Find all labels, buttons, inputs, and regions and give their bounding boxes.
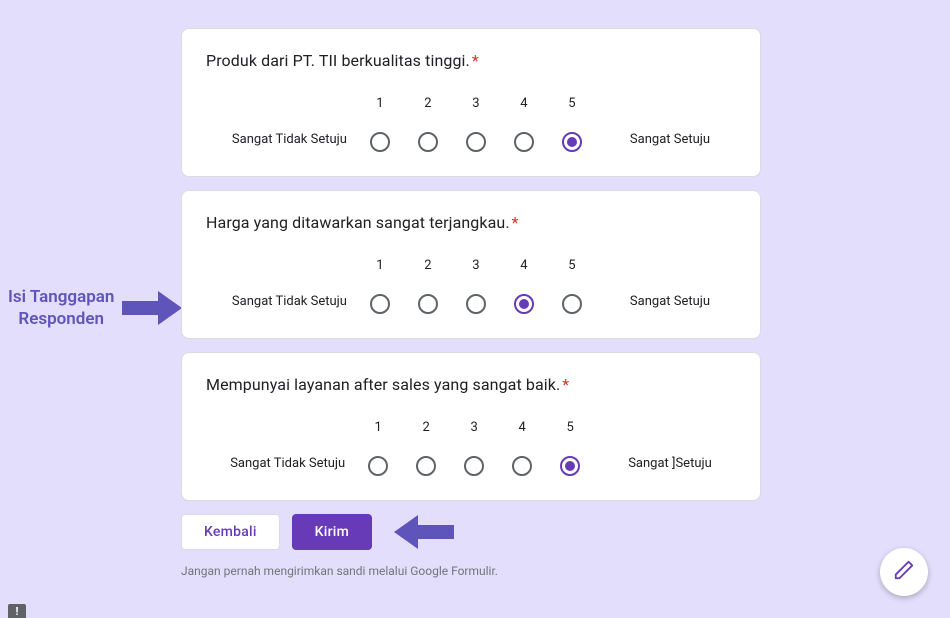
radio-option-3[interactable] (464, 456, 484, 476)
scale-right-label: Sangat Setuju (600, 292, 710, 314)
annotation-text: Isi Tanggapan Responden (8, 286, 114, 330)
question-card: Harga yang ditawarkan sangat terjangkau.… (181, 190, 761, 339)
radio-option-2[interactable] (418, 132, 438, 152)
radio-option-5[interactable] (562, 294, 582, 314)
radio-option-5[interactable] (560, 456, 580, 476)
radio-option-3[interactable] (466, 294, 486, 314)
scale-left-label: Sangat Tidak Setuju (232, 130, 352, 152)
required-star-icon: * (562, 375, 569, 394)
exclamation-icon: ! (16, 605, 19, 618)
back-button[interactable]: Kembali (181, 514, 280, 550)
radio-option-1[interactable] (370, 132, 390, 152)
arrow-left-icon (394, 515, 454, 549)
question-title: Produk dari PT. TII berkualitas tinggi.* (206, 51, 736, 70)
scale-right-label: Sangat ]Setuju (598, 454, 712, 476)
edit-fab[interactable] (880, 548, 928, 596)
likert-scale: Sangat Tidak Setuju 1 2 3 4 5 Sangat ]Se… (206, 420, 736, 476)
radio-option-4[interactable] (512, 456, 532, 476)
arrow-right-icon (122, 297, 182, 319)
submit-button[interactable]: Kirim (292, 514, 372, 550)
scale-options: 1 2 3 4 5 (370, 96, 582, 152)
question-card: Mempunyai layanan after sales yang sanga… (181, 352, 761, 501)
likert-scale: Sangat Tidak Setuju 1 2 3 4 5 Sangat Set… (206, 258, 736, 314)
radio-option-1[interactable] (368, 456, 388, 476)
radio-option-4[interactable] (514, 294, 534, 314)
required-star-icon: * (472, 51, 479, 70)
form-column: Produk dari PT. TII berkualitas tinggi.*… (181, 0, 761, 578)
radio-option-2[interactable] (418, 294, 438, 314)
radio-option-5[interactable] (562, 132, 582, 152)
scale-options: 1 2 3 4 5 (370, 258, 582, 314)
radio-option-4[interactable] (514, 132, 534, 152)
question-card: Produk dari PT. TII berkualitas tinggi.*… (181, 28, 761, 177)
required-star-icon: * (512, 213, 519, 232)
scale-right-label: Sangat Setuju (600, 130, 710, 152)
radio-option-2[interactable] (416, 456, 436, 476)
report-problem-button[interactable]: ! (8, 604, 26, 618)
pencil-icon (893, 559, 915, 585)
question-title: Mempunyai layanan after sales yang sanga… (206, 375, 736, 394)
button-row: Kembali Kirim (181, 514, 761, 550)
annotation-callout: Isi Tanggapan Responden (8, 286, 182, 330)
footer-warning: Jangan pernah mengirimkan sandi melalui … (181, 564, 761, 578)
radio-option-3[interactable] (466, 132, 486, 152)
scale-left-label: Sangat Tidak Setuju (232, 292, 352, 314)
scale-left-label: Sangat Tidak Setuju (230, 454, 350, 476)
scale-options: 1 2 3 4 5 (368, 420, 580, 476)
question-title: Harga yang ditawarkan sangat terjangkau.… (206, 213, 736, 232)
likert-scale: Sangat Tidak Setuju 1 2 3 4 5 Sangat Set… (206, 96, 736, 152)
radio-option-1[interactable] (370, 294, 390, 314)
